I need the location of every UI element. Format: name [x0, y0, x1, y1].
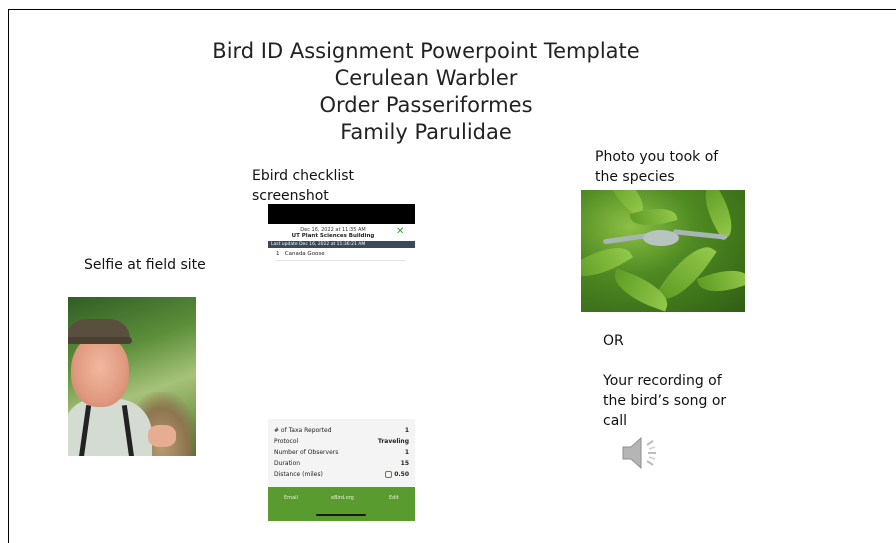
photo-label: Photo you took of the species: [595, 149, 719, 185]
email-button: Email: [284, 495, 298, 501]
slide-title: Bird ID Assignment Powerpoint Template C…: [9, 38, 843, 146]
edit-button: Edit: [389, 495, 399, 501]
title-line-3: Order Passeriformes: [319, 93, 533, 117]
or-label: OR: [603, 333, 624, 349]
stat-row: # of Taxa Reported 1: [274, 427, 409, 434]
recording-label: Your recording of the bird’s song or cal…: [603, 373, 727, 429]
checkbox-icon: [385, 471, 393, 478]
selfie-label: Selfie at field site: [84, 257, 206, 273]
last-update: Last update Dec 16, 2022 at 11:36:21 AM: [268, 241, 415, 248]
ebird-checklist-screenshot-bottom: # of Taxa Reported 1 Protocol Traveling Nu…: [268, 419, 415, 521]
stat-row: Duration 15: [274, 460, 409, 467]
species-count: 1: [276, 251, 280, 257]
stat-row: Number of Observers 1: [274, 449, 409, 456]
close-icon: ✕: [396, 226, 405, 237]
selfie-photo: [68, 297, 196, 456]
home-indicator: [316, 514, 366, 516]
species-name: Canada Goose: [284, 251, 325, 257]
speaker-icon[interactable]: [619, 433, 663, 473]
ebird-label: Ebird checklist screenshot: [252, 168, 355, 204]
checklist-location: UT Plant Sciences Building: [291, 233, 375, 239]
stat-row: Protocol Traveling: [274, 438, 409, 445]
bird-figure: [643, 230, 679, 246]
title-line-1: Bird ID Assignment Powerpoint Template: [212, 39, 640, 63]
title-line-4: Family Parulidae: [340, 120, 512, 144]
ebird-checklist-screenshot-top: Dec 16, 2022 at 11:35 AM UT Plant Scienc…: [268, 204, 415, 268]
species-photo: [581, 190, 745, 312]
slide: Bird ID Assignment Powerpoint Template C…: [8, 9, 896, 543]
stat-row: Distance (miles) 0.50: [274, 471, 409, 478]
redacted-bar: [268, 204, 415, 224]
ebird-footer: Email eBird.org Edit: [268, 487, 415, 521]
title-line-2: Cerulean Warbler: [334, 66, 518, 90]
species-row: 1 Canada Goose: [276, 251, 325, 257]
ebird-link: eBird.org: [331, 495, 354, 501]
